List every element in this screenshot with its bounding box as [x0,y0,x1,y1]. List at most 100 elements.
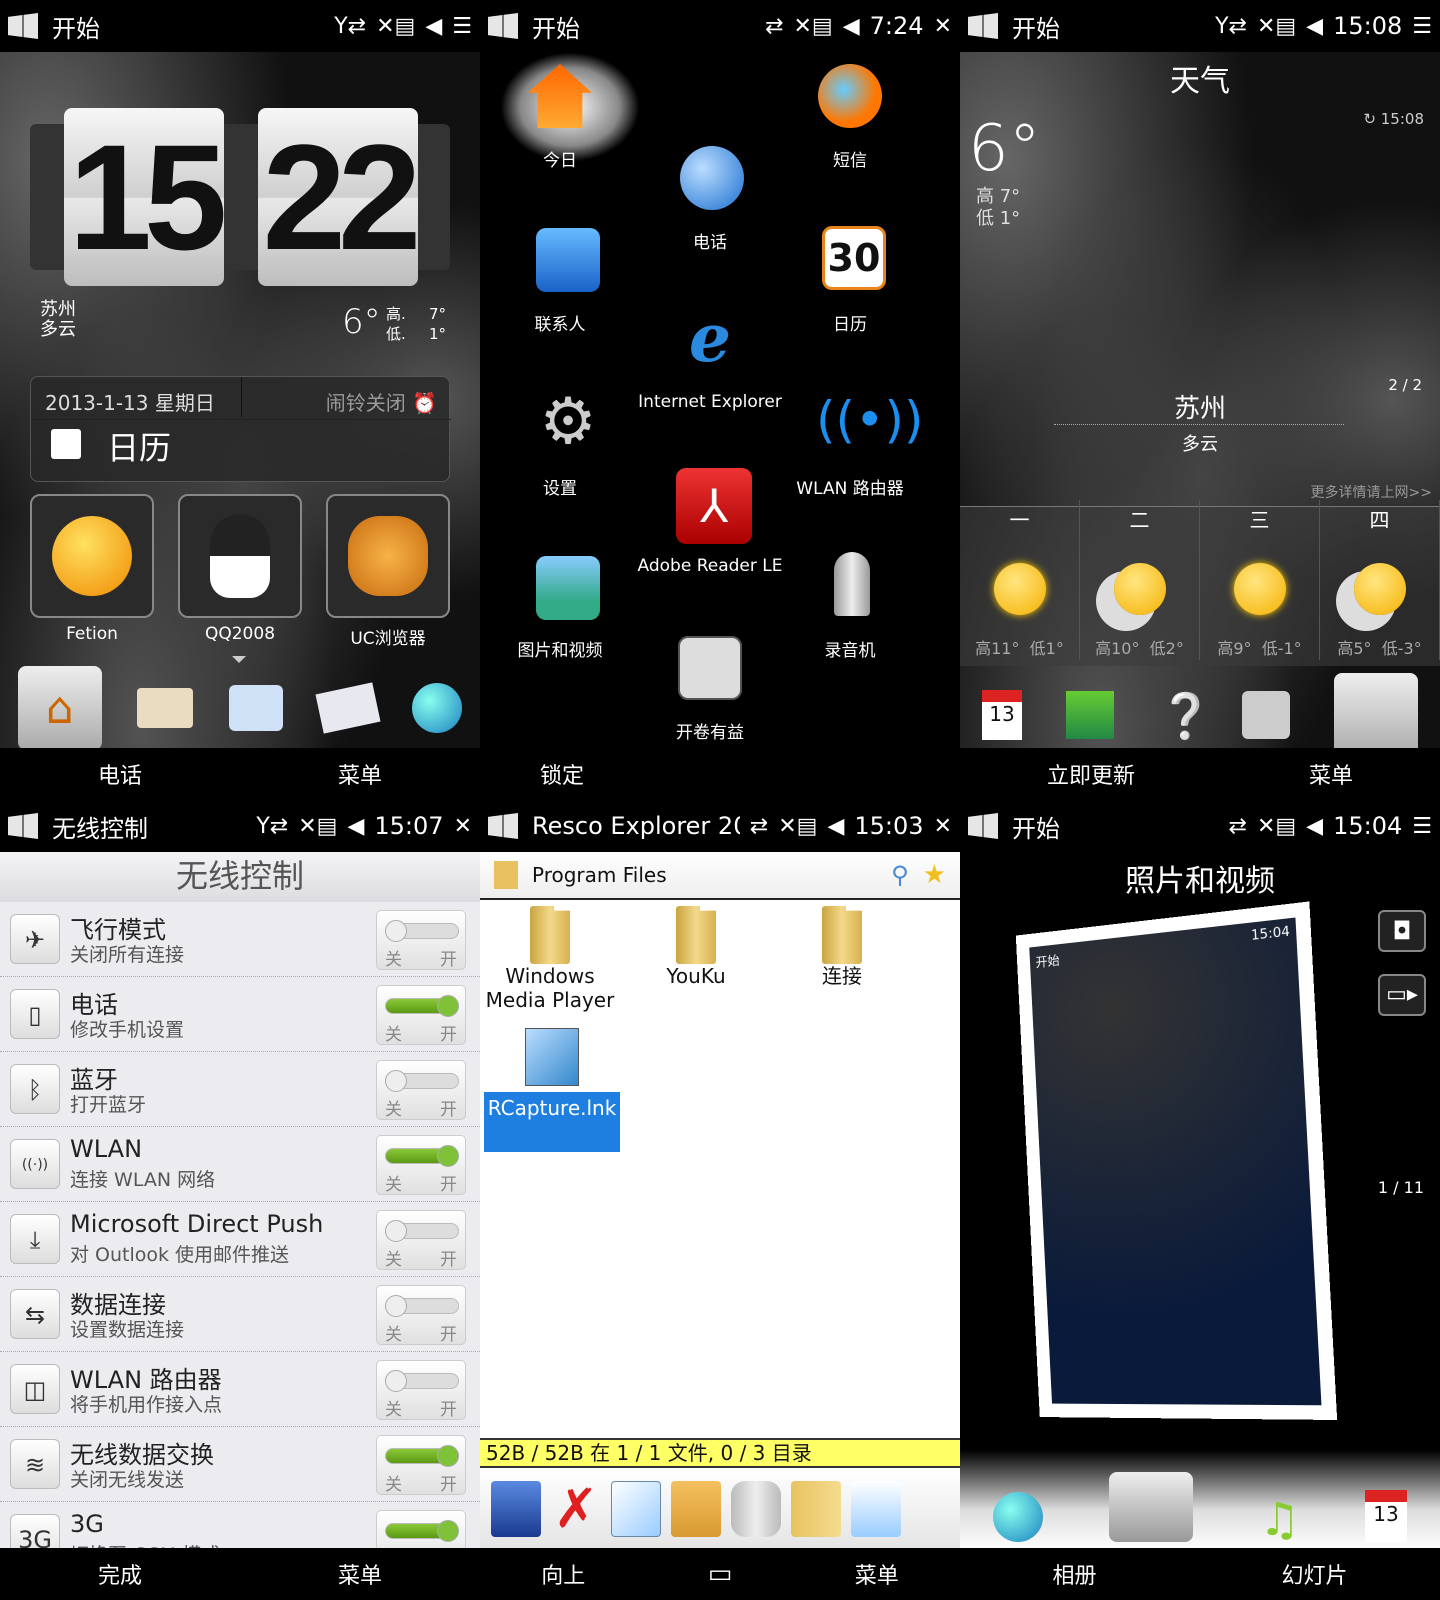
list-icon[interactable]: ☰ [1412,814,1432,839]
start-icon[interactable] [968,13,998,39]
internet-icon[interactable] [412,683,463,733]
softkey-left[interactable]: 向上 [541,1558,585,1590]
microphone-icon[interactable] [834,552,870,616]
current-path[interactable]: Program Files [532,863,891,887]
status-title[interactable]: 开始 [1012,809,1219,844]
signal-icon[interactable]: Y⇄ [256,814,288,839]
mail-icon[interactable] [315,682,381,734]
softkey-left[interactable]: 锁定 [540,758,584,790]
close-icon[interactable]: ✕ [934,14,952,39]
menu-item-pictures-videos[interactable]: 图片和视频 [480,636,640,661]
menu-item-calendar[interactable]: 日历 [770,310,930,335]
data-sync-icon[interactable]: ⇄ [765,14,783,39]
clock-hour[interactable]: 15 [64,108,227,286]
softkey-left[interactable]: 立即更新 [1047,758,1135,790]
toggle-switch[interactable]: 关开 [376,1135,466,1195]
softkey-right[interactable]: 菜单 [855,1558,899,1590]
weather-icon[interactable] [1334,673,1418,757]
weather-location[interactable]: 苏州 多云 [40,300,76,340]
data-sync-icon[interactable]: ⇄ [1229,814,1247,839]
menu-item-wlan-router[interactable]: WLAN 路由器 [760,474,940,499]
photo-album-icon[interactable] [1109,1472,1193,1542]
menu-item-sms[interactable]: 短信 [770,146,930,171]
calendar-icon[interactable]: 13 [982,690,1022,740]
paste-icon[interactable] [671,1481,721,1537]
volume-mute-icon[interactable]: ◀ [425,14,442,39]
folder-item[interactable]: Windows Media Player [480,906,620,1012]
calendar-label[interactable]: 日历 [107,423,171,469]
list-icon[interactable]: ☰ [1412,14,1432,39]
volume-mute-icon[interactable]: ◀ [1306,14,1323,39]
forecast-day[interactable]: 二高10° 低2° [1080,500,1200,660]
pictures-icon[interactable] [536,556,600,620]
folder-item[interactable]: 连接 [772,906,912,988]
device-icon[interactable] [731,1481,781,1537]
start-icon[interactable] [488,813,518,839]
status-title[interactable]: 无线控制 [52,809,246,844]
clock[interactable]: 15:03 [854,812,923,840]
search-icon[interactable]: ⚲ [891,861,909,889]
camera-icon[interactable]: ◘ [1378,910,1426,952]
signal-icon[interactable]: Y⇄ [1215,14,1247,39]
new-folder-icon[interactable] [791,1481,841,1537]
sms-icon[interactable] [818,64,882,128]
menu-item-today[interactable]: 今日 [480,146,640,171]
softkey-left[interactable]: 相册 [1052,1558,1096,1590]
toggle-switch[interactable]: 关开 [376,1285,466,1345]
date-text[interactable]: 2013-1-13 星期日 [45,387,215,416]
contacts-icon[interactable] [536,228,600,292]
status-title[interactable]: Resco Explorer 20 [532,812,740,840]
calendar-icon[interactable]: 30 [822,226,886,290]
find-icon[interactable] [491,1481,541,1537]
menu-item-contacts[interactable]: 联系人 [480,310,640,335]
favorites-star-icon[interactable]: ★ [923,860,946,890]
folder-item[interactable]: YouKu [626,906,766,988]
city[interactable]: 苏州 [960,388,1440,425]
toggle-switch[interactable]: 关开 [376,1060,466,1120]
menu-item-internet-explorer[interactable]: Internet Explorer [620,392,800,412]
alarm-status[interactable]: 闹铃关闭 ⏰ [326,387,437,416]
clock[interactable]: 7:24 [870,12,924,40]
footprints-icon[interactable]: ❔ [1158,690,1213,742]
shortcut-item[interactable]: RCapture.lnk [484,1028,620,1152]
status-title[interactable]: 开始 [532,9,755,44]
last-updated[interactable]: ↻ 15:08 [1363,110,1424,128]
no-sim-icon[interactable]: ✕▤ [298,814,337,839]
softkey-left[interactable]: 电话 [98,758,142,790]
toggle-switch[interactable]: 关开 [376,985,466,1045]
photo-preview[interactable]: 开始 15:04 [1015,901,1338,1420]
qq-app[interactable] [178,494,302,618]
signal-icon[interactable]: Y⇄ [334,14,366,39]
fetion-app[interactable] [30,494,154,618]
stocks-icon[interactable] [1066,691,1114,739]
menu-item-adobe-reader[interactable]: Adobe Reader LE [620,556,800,576]
keyboard-icon[interactable]: ▭ [708,1559,733,1589]
status-title[interactable]: 开始 [52,9,324,44]
start-icon[interactable] [968,813,998,839]
calendar-icon[interactable]: 13 [1365,1490,1407,1542]
toggle-switch[interactable]: 关开 [376,1360,466,1420]
menu-item-settings[interactable]: 设置 [480,474,640,499]
close-icon[interactable]: ✕ [934,814,952,839]
no-sim-icon[interactable]: ✕▤ [794,14,833,39]
volume-mute-icon[interactable]: ◀ [827,814,844,839]
video-camera-icon[interactable]: ▭▸ [1378,974,1426,1016]
start-icon[interactable] [8,13,38,39]
toggle-switch[interactable]: 关开 [376,1435,466,1495]
list-icon[interactable]: ☰ [452,14,472,39]
delete-icon[interactable]: ✗ [551,1481,601,1537]
no-sim-icon[interactable]: ✕▤ [1257,814,1296,839]
clock[interactable]: 15:04 [1333,812,1402,840]
phone-icon[interactable] [680,146,744,210]
reader-icon[interactable] [678,636,742,700]
start-icon[interactable] [488,13,518,39]
internet-icon[interactable] [993,1492,1043,1542]
wifi-icon[interactable]: ((•)) [816,388,924,452]
more-info-link[interactable]: 更多详情请上网>> [1311,482,1432,502]
start-icon[interactable] [8,813,38,839]
clock[interactable]: 15:07 [374,812,443,840]
status-title[interactable]: 开始 [1012,9,1205,44]
home-icon[interactable]: ⌂ [17,666,102,750]
volume-mute-icon[interactable]: ◀ [347,814,364,839]
forecast-day[interactable]: 三高9° 低-1° [1200,500,1320,660]
